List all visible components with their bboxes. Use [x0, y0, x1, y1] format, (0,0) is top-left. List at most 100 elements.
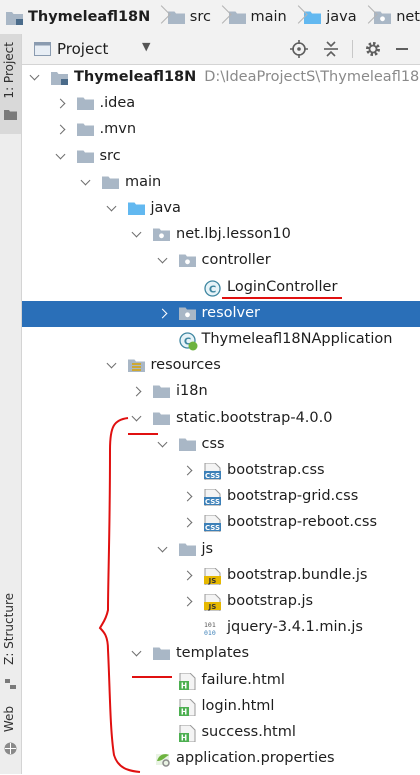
package-icon: [178, 253, 196, 268]
tree-row-jquery-3-4-1-min-js[interactable]: 101 010 jquery-3.4.1.min.js: [22, 615, 420, 641]
expand-chevron-right-icon[interactable]: [184, 517, 196, 529]
svg-text:CSS: CSS: [205, 524, 220, 532]
expand-chevron-right-icon[interactable]: [159, 308, 171, 320]
expand-chevron-down-icon[interactable]: [80, 177, 92, 189]
tree-row-resources[interactable]: resources: [22, 353, 420, 379]
tree-node-label: java: [150, 200, 181, 216]
tree-node-label: templates: [176, 645, 250, 662]
breadcrumb-separator-chevron-icon: [215, 0, 223, 34]
expand-chevron-right-icon[interactable]: [57, 124, 69, 136]
folder-icon: [153, 646, 170, 661]
expand-chevron-down-icon[interactable]: [29, 72, 41, 84]
tree-row-application-properties[interactable]: application.properties: [22, 746, 420, 772]
tree-row--idea[interactable]: .idea: [22, 91, 420, 117]
project-tree: Thymeleafl18N D:\IdeaProjectS\Thymeleafl1…: [22, 65, 420, 774]
breadcrumb-item-label: main: [250, 9, 287, 25]
tree-row-thymeleafl18n[interactable]: Thymeleafl18N D:\IdeaProjectS\Thymeleafl1…: [22, 65, 420, 91]
module-folder-icon: [51, 70, 68, 85]
tree-row-css[interactable]: css: [22, 432, 420, 458]
svg-text:CSS: CSS: [205, 472, 220, 480]
tree-row-net-lbj-lesson10[interactable]: net.lbj.lesson10: [22, 222, 420, 248]
project-path-text: D:\IdeaProjectS\Thymeleafl18N: [204, 69, 420, 85]
tree-row--mvn[interactable]: .mvn: [22, 117, 420, 143]
svg-text:JS: JS: [208, 577, 217, 585]
expand-chevron-down-icon[interactable]: [131, 229, 143, 241]
chevron-down-icon[interactable]: ▼: [142, 40, 150, 53]
expand-chevron-down-icon[interactable]: [157, 439, 169, 451]
tree-node-label: resolver: [201, 304, 260, 321]
folder-icon: [76, 122, 94, 137]
tree-row-controller[interactable]: controller: [22, 248, 420, 274]
tree-row-login-html[interactable]: Hlogin.html: [22, 694, 420, 720]
folder-icon: [102, 175, 119, 190]
structure-icon: [5, 679, 16, 689]
source-folder-icon: [304, 10, 322, 25]
breadcrumb-separator-chevron-icon: [291, 0, 299, 34]
tree-node-label: bootstrap.css: [227, 462, 325, 478]
project-folder-icon: [4, 110, 17, 120]
tree-node-label: bootstrap-reboot.css: [227, 514, 378, 531]
web-tool-tab[interactable]: Web: [0, 702, 21, 764]
tree-row-main[interactable]: main: [22, 170, 420, 196]
expand-chevron-down-icon[interactable]: [157, 544, 169, 556]
tree-node-label: success.html: [201, 724, 296, 740]
tree-node-label: jquery-3.4.1.min.js: [227, 619, 363, 636]
tree-node-label: controller: [201, 252, 271, 269]
expand-chevron-right-icon[interactable]: [133, 386, 145, 398]
expand-chevron-right-icon[interactable]: [184, 465, 196, 477]
breadcrumb-item-main[interactable]: main: [223, 0, 287, 34]
project-tool-tab[interactable]: 1: Project: [0, 34, 21, 134]
tree-row-success-html[interactable]: Hsuccess.html: [22, 720, 420, 746]
tree-row-bootstrap-css[interactable]: CSS bootstrap.css: [22, 458, 420, 484]
expand-chevron-right-icon[interactable]: [184, 570, 196, 582]
java-class-icon: C: [204, 279, 221, 297]
package-icon: [374, 10, 392, 25]
breadcrumb-item-src[interactable]: src: [162, 0, 211, 34]
html-file-icon: H: [178, 698, 196, 717]
tree-node-label: bootstrap.js: [227, 593, 314, 609]
breadcrumb-item-net[interactable]: net: [368, 0, 420, 34]
tree-row-failure-html[interactable]: Hfailure.html: [22, 668, 420, 694]
tree-row-thymeleafl18napplication[interactable]: C Thymeleafl18NApplication: [22, 327, 420, 353]
tree-row-static-bootstrap-4-0-0[interactable]: static.bootstrap-4.0.0: [22, 406, 420, 432]
tree-row-templates[interactable]: templates: [22, 641, 420, 667]
folder-icon: [178, 437, 196, 452]
tree-row-bootstrap-js[interactable]: JS bootstrap.js: [22, 589, 420, 615]
tree-row-logincontroller[interactable]: C LoginController: [22, 275, 420, 301]
hide-panel-icon[interactable]: [390, 37, 414, 61]
collapse-all-icon[interactable]: [319, 37, 343, 61]
html-file-icon: H: [178, 724, 196, 743]
tree-row-resolver[interactable]: resolver: [22, 300, 420, 327]
expand-chevron-right-icon[interactable]: [57, 98, 69, 110]
folder-icon: [76, 149, 94, 164]
expand-chevron-down-icon[interactable]: [157, 255, 169, 267]
folder-icon: [153, 411, 170, 426]
javascript-file-icon: JS: [204, 567, 221, 586]
tree-node-label: bootstrap.bundle.js: [227, 566, 368, 583]
expand-chevron-down-icon[interactable]: [106, 203, 118, 215]
tree-row-i18n[interactable]: i18n: [22, 379, 420, 405]
gear-icon[interactable]: [361, 37, 385, 61]
breadcrumb-item-java[interactable]: java: [298, 0, 357, 34]
tree-row-bootstrap-bundle-js[interactable]: JS bootstrap.bundle.js: [22, 563, 420, 589]
locate-target-icon[interactable]: [287, 37, 311, 61]
tree-node-label: application.properties: [176, 750, 335, 767]
tree-node-label: login.html: [201, 697, 275, 714]
tree-row-bootstrap-reboot-css[interactable]: CSS bootstrap-reboot.css: [22, 510, 420, 536]
breadcrumb-item-thymeleafl18n[interactable]: Thymeleafl18N: [0, 0, 150, 34]
expand-chevron-down-icon[interactable]: [55, 151, 67, 163]
project-view-selector[interactable]: Project: [57, 40, 108, 58]
properties-file-icon: [153, 751, 170, 767]
expand-chevron-right-icon[interactable]: [184, 491, 196, 503]
spring-boot-class-icon: C: [178, 332, 197, 351]
tree-row-bootstrap-grid-css[interactable]: CSS bootstrap-grid.css: [22, 484, 420, 510]
tree-row-js[interactable]: js: [22, 537, 420, 563]
expand-chevron-right-icon[interactable]: [184, 596, 196, 608]
folder-icon: [153, 384, 170, 399]
structure-tool-tab[interactable]: Z: Structure: [0, 589, 21, 699]
tree-row-java[interactable]: java: [22, 196, 420, 222]
tree-row-src[interactable]: src: [22, 144, 420, 170]
svg-text:C: C: [209, 284, 216, 295]
expand-chevron-down-icon[interactable]: [106, 360, 118, 372]
structure-tool-tab-label: Z: Structure: [2, 593, 16, 665]
